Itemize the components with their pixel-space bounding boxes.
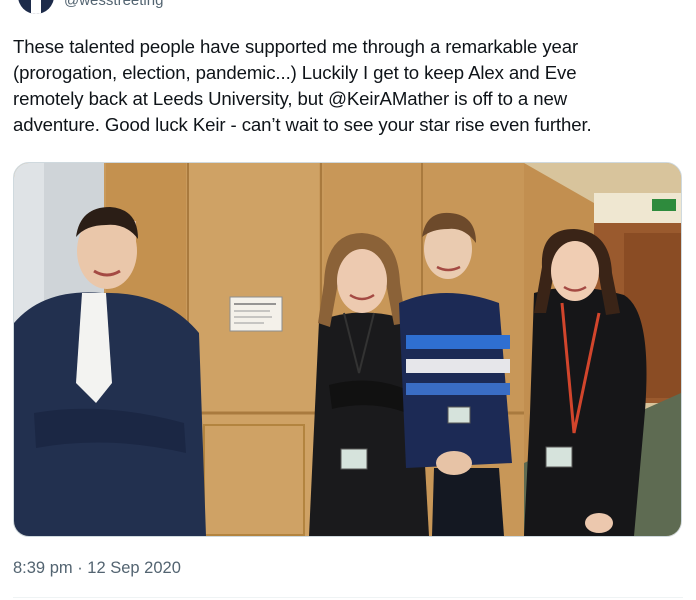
tweet-line: adventure. Good luck Keir - can’t wait t… [13,114,592,135]
tweet-photo[interactable] [13,162,682,537]
tweet-line: remotely back at Leeds University, but @… [13,88,568,109]
tweet-line: (prorogation, election, pandemic...) Luc… [13,62,577,83]
tweet-line: These talented people have supported me … [13,36,579,57]
avatar-shirt [31,0,41,14]
exit-sign [652,199,676,211]
tweet-text: These talented people have supported me … [13,34,683,138]
photo-illustration [14,163,681,536]
tweet-timestamp[interactable]: 8:39 pm · 12 Sep 2020 [13,557,181,579]
room-sign [229,296,283,332]
author-avatar[interactable] [18,0,54,14]
divider [13,597,683,598]
author-handle[interactable]: @wesstreeting [64,0,163,10]
